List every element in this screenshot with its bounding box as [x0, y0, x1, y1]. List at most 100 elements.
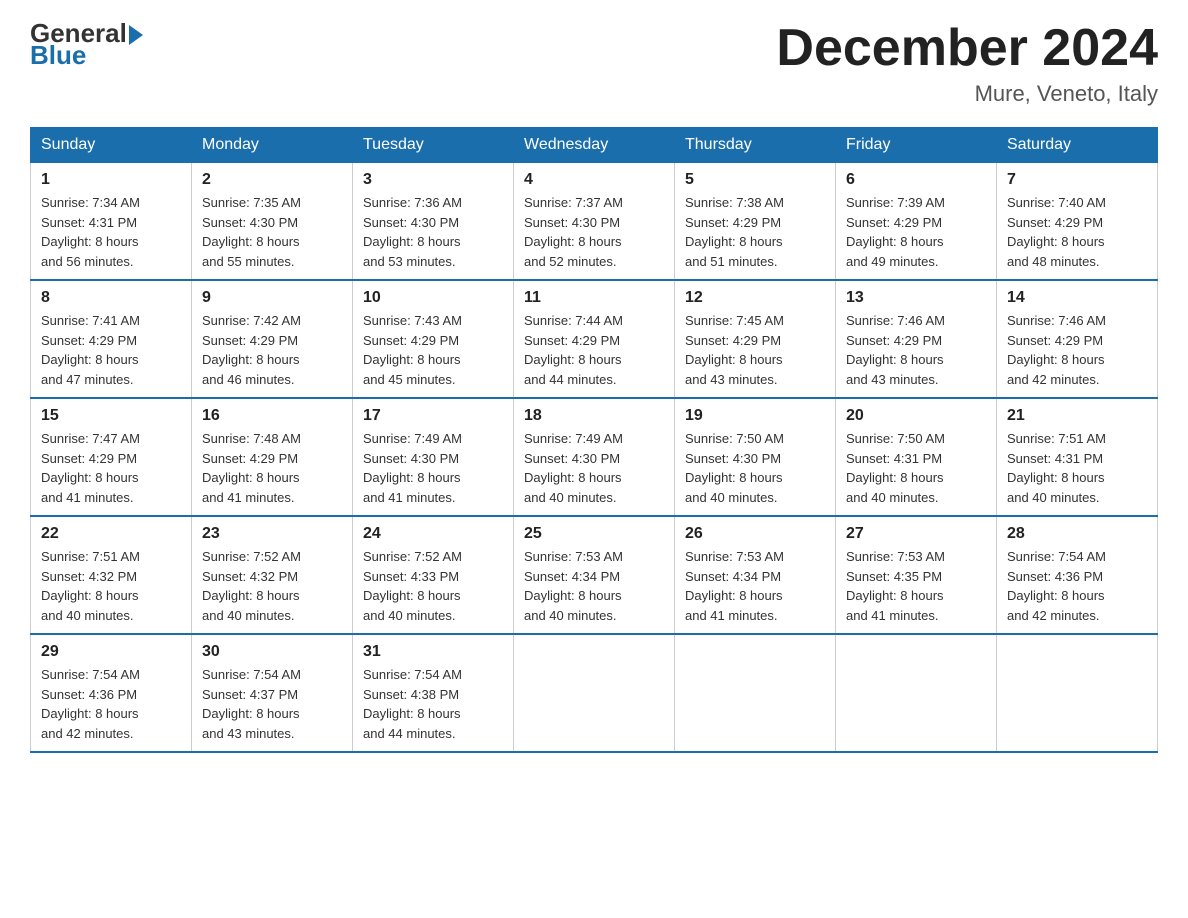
day-number: 11	[524, 289, 664, 307]
day-number: 2	[202, 171, 342, 189]
day-info: Sunrise: 7:45 AMSunset: 4:29 PMDaylight:…	[685, 311, 825, 389]
day-info: Sunrise: 7:52 AMSunset: 4:33 PMDaylight:…	[363, 547, 503, 625]
day-info: Sunrise: 7:54 AMSunset: 4:38 PMDaylight:…	[363, 665, 503, 743]
week-row-5: 29 Sunrise: 7:54 AMSunset: 4:36 PMDaylig…	[31, 634, 1158, 752]
calendar-header-monday: Monday	[192, 128, 353, 163]
day-number: 19	[685, 407, 825, 425]
calendar-cell: 19 Sunrise: 7:50 AMSunset: 4:30 PMDaylig…	[675, 398, 836, 516]
day-info: Sunrise: 7:53 AMSunset: 4:35 PMDaylight:…	[846, 547, 986, 625]
calendar-cell	[675, 634, 836, 752]
day-number: 17	[363, 407, 503, 425]
calendar-cell	[836, 634, 997, 752]
calendar-cell: 21 Sunrise: 7:51 AMSunset: 4:31 PMDaylig…	[997, 398, 1158, 516]
day-number: 4	[524, 171, 664, 189]
day-info: Sunrise: 7:35 AMSunset: 4:30 PMDaylight:…	[202, 193, 342, 271]
calendar-cell: 20 Sunrise: 7:50 AMSunset: 4:31 PMDaylig…	[836, 398, 997, 516]
calendar-cell: 24 Sunrise: 7:52 AMSunset: 4:33 PMDaylig…	[353, 516, 514, 634]
day-number: 24	[363, 525, 503, 543]
week-row-3: 15 Sunrise: 7:47 AMSunset: 4:29 PMDaylig…	[31, 398, 1158, 516]
calendar-cell: 15 Sunrise: 7:47 AMSunset: 4:29 PMDaylig…	[31, 398, 192, 516]
calendar-cell: 14 Sunrise: 7:46 AMSunset: 4:29 PMDaylig…	[997, 280, 1158, 398]
week-row-2: 8 Sunrise: 7:41 AMSunset: 4:29 PMDayligh…	[31, 280, 1158, 398]
logo-blue-text: Blue	[30, 42, 143, 68]
calendar-header-tuesday: Tuesday	[353, 128, 514, 163]
day-number: 7	[1007, 171, 1147, 189]
day-number: 6	[846, 171, 986, 189]
day-number: 27	[846, 525, 986, 543]
calendar-cell: 16 Sunrise: 7:48 AMSunset: 4:29 PMDaylig…	[192, 398, 353, 516]
calendar-header-sunday: Sunday	[31, 128, 192, 163]
day-number: 23	[202, 525, 342, 543]
calendar-cell: 27 Sunrise: 7:53 AMSunset: 4:35 PMDaylig…	[836, 516, 997, 634]
calendar-cell: 2 Sunrise: 7:35 AMSunset: 4:30 PMDayligh…	[192, 163, 353, 281]
day-info: Sunrise: 7:46 AMSunset: 4:29 PMDaylight:…	[846, 311, 986, 389]
day-number: 20	[846, 407, 986, 425]
day-number: 1	[41, 171, 181, 189]
day-number: 9	[202, 289, 342, 307]
day-info: Sunrise: 7:54 AMSunset: 4:36 PMDaylight:…	[41, 665, 181, 743]
calendar-cell: 3 Sunrise: 7:36 AMSunset: 4:30 PMDayligh…	[353, 163, 514, 281]
calendar-table: SundayMondayTuesdayWednesdayThursdayFrid…	[30, 127, 1158, 753]
day-info: Sunrise: 7:43 AMSunset: 4:29 PMDaylight:…	[363, 311, 503, 389]
calendar-header-thursday: Thursday	[675, 128, 836, 163]
day-info: Sunrise: 7:34 AMSunset: 4:31 PMDaylight:…	[41, 193, 181, 271]
day-number: 21	[1007, 407, 1147, 425]
logo: General Blue	[30, 20, 143, 68]
day-info: Sunrise: 7:50 AMSunset: 4:30 PMDaylight:…	[685, 429, 825, 507]
day-info: Sunrise: 7:49 AMSunset: 4:30 PMDaylight:…	[363, 429, 503, 507]
day-number: 26	[685, 525, 825, 543]
day-info: Sunrise: 7:48 AMSunset: 4:29 PMDaylight:…	[202, 429, 342, 507]
day-number: 30	[202, 643, 342, 661]
calendar-cell	[997, 634, 1158, 752]
calendar-cell: 12 Sunrise: 7:45 AMSunset: 4:29 PMDaylig…	[675, 280, 836, 398]
calendar-cell: 13 Sunrise: 7:46 AMSunset: 4:29 PMDaylig…	[836, 280, 997, 398]
calendar-cell: 30 Sunrise: 7:54 AMSunset: 4:37 PMDaylig…	[192, 634, 353, 752]
day-number: 15	[41, 407, 181, 425]
day-number: 10	[363, 289, 503, 307]
day-number: 25	[524, 525, 664, 543]
calendar-cell: 22 Sunrise: 7:51 AMSunset: 4:32 PMDaylig…	[31, 516, 192, 634]
calendar-cell: 6 Sunrise: 7:39 AMSunset: 4:29 PMDayligh…	[836, 163, 997, 281]
calendar-cell	[514, 634, 675, 752]
day-info: Sunrise: 7:47 AMSunset: 4:29 PMDaylight:…	[41, 429, 181, 507]
calendar-cell: 9 Sunrise: 7:42 AMSunset: 4:29 PMDayligh…	[192, 280, 353, 398]
day-info: Sunrise: 7:44 AMSunset: 4:29 PMDaylight:…	[524, 311, 664, 389]
day-info: Sunrise: 7:49 AMSunset: 4:30 PMDaylight:…	[524, 429, 664, 507]
week-row-1: 1 Sunrise: 7:34 AMSunset: 4:31 PMDayligh…	[31, 163, 1158, 281]
calendar-cell: 26 Sunrise: 7:53 AMSunset: 4:34 PMDaylig…	[675, 516, 836, 634]
day-info: Sunrise: 7:40 AMSunset: 4:29 PMDaylight:…	[1007, 193, 1147, 271]
calendar-cell: 18 Sunrise: 7:49 AMSunset: 4:30 PMDaylig…	[514, 398, 675, 516]
day-number: 12	[685, 289, 825, 307]
day-info: Sunrise: 7:54 AMSunset: 4:37 PMDaylight:…	[202, 665, 342, 743]
day-info: Sunrise: 7:53 AMSunset: 4:34 PMDaylight:…	[685, 547, 825, 625]
day-number: 22	[41, 525, 181, 543]
day-number: 5	[685, 171, 825, 189]
day-number: 31	[363, 643, 503, 661]
day-info: Sunrise: 7:42 AMSunset: 4:29 PMDaylight:…	[202, 311, 342, 389]
calendar-cell: 4 Sunrise: 7:37 AMSunset: 4:30 PMDayligh…	[514, 163, 675, 281]
day-info: Sunrise: 7:52 AMSunset: 4:32 PMDaylight:…	[202, 547, 342, 625]
day-info: Sunrise: 7:38 AMSunset: 4:29 PMDaylight:…	[685, 193, 825, 271]
day-info: Sunrise: 7:39 AMSunset: 4:29 PMDaylight:…	[846, 193, 986, 271]
day-info: Sunrise: 7:53 AMSunset: 4:34 PMDaylight:…	[524, 547, 664, 625]
day-number: 8	[41, 289, 181, 307]
day-number: 14	[1007, 289, 1147, 307]
day-info: Sunrise: 7:46 AMSunset: 4:29 PMDaylight:…	[1007, 311, 1147, 389]
day-number: 28	[1007, 525, 1147, 543]
day-number: 29	[41, 643, 181, 661]
month-title: December 2024	[776, 20, 1158, 77]
title-section: December 2024 Mure, Veneto, Italy	[776, 20, 1158, 107]
calendar-header-row: SundayMondayTuesdayWednesdayThursdayFrid…	[31, 128, 1158, 163]
calendar-header-friday: Friday	[836, 128, 997, 163]
calendar-cell: 23 Sunrise: 7:52 AMSunset: 4:32 PMDaylig…	[192, 516, 353, 634]
calendar-cell: 8 Sunrise: 7:41 AMSunset: 4:29 PMDayligh…	[31, 280, 192, 398]
week-row-4: 22 Sunrise: 7:51 AMSunset: 4:32 PMDaylig…	[31, 516, 1158, 634]
day-number: 18	[524, 407, 664, 425]
calendar-cell: 1 Sunrise: 7:34 AMSunset: 4:31 PMDayligh…	[31, 163, 192, 281]
day-number: 16	[202, 407, 342, 425]
calendar-header-saturday: Saturday	[997, 128, 1158, 163]
day-info: Sunrise: 7:50 AMSunset: 4:31 PMDaylight:…	[846, 429, 986, 507]
day-info: Sunrise: 7:37 AMSunset: 4:30 PMDaylight:…	[524, 193, 664, 271]
calendar-cell: 31 Sunrise: 7:54 AMSunset: 4:38 PMDaylig…	[353, 634, 514, 752]
calendar-cell: 11 Sunrise: 7:44 AMSunset: 4:29 PMDaylig…	[514, 280, 675, 398]
